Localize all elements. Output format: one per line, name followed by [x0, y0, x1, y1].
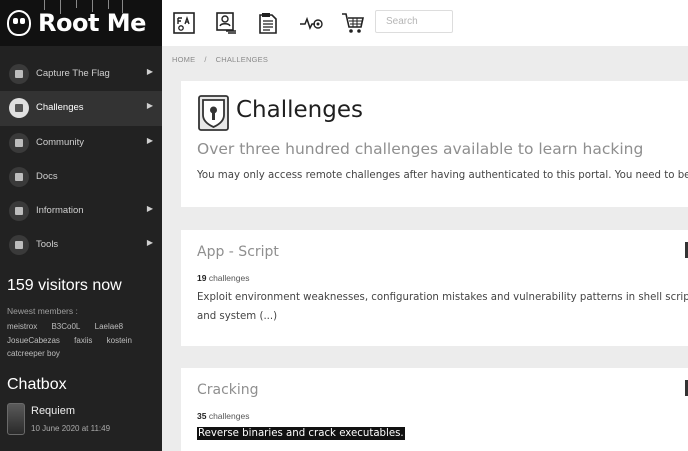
sidebar-nav: Capture The Flag ▶ Challenges ▶ Communit…	[0, 57, 162, 263]
brand-name: Root Me	[38, 9, 146, 37]
member-link[interactable]: catcreeper boy	[7, 347, 60, 361]
profile-card-icon[interactable]	[214, 11, 238, 35]
information-icon	[9, 201, 29, 222]
category-title[interactable]: App - Script	[197, 244, 279, 260]
tools-icon	[9, 235, 29, 256]
category-card-cracking[interactable]: Cracking 35 challenges Reverse binaries …	[181, 368, 688, 451]
sidebar-item-label: Tools	[36, 239, 59, 251]
flag-icon	[9, 64, 29, 84]
faq-icon[interactable]	[172, 11, 196, 35]
newest-members-list: meistrox B3Co0L Laelae8 JosueCabezas fax…	[7, 320, 157, 361]
chat-username[interactable]: Requiem	[31, 405, 75, 417]
challenge-count-label: challenges	[206, 411, 250, 421]
chat-timestamp: 10 June 2020 at 11:49	[31, 424, 111, 433]
challenges-shield-icon	[198, 95, 229, 131]
docs-icon	[9, 166, 29, 187]
category-description: Exploit environment weaknesses, configur…	[197, 288, 688, 326]
sidebar-item-tools[interactable]: Tools ▶	[0, 228, 162, 262]
chevron-right-icon: ▶	[146, 204, 153, 214]
category-title[interactable]: Cracking	[197, 382, 259, 398]
sidebar-item-label: Capture The Flag	[36, 68, 110, 79]
sidebar-item-label: Information	[36, 205, 84, 217]
chevron-right-icon: ▶	[146, 101, 153, 111]
category-description: Reverse binaries and crack executables.	[197, 424, 688, 443]
page-title: Challenges	[236, 97, 363, 123]
visitors-count: 159 visitors now	[7, 277, 122, 294]
search-input[interactable]	[375, 10, 453, 33]
logo-skull-icon	[7, 10, 31, 36]
category-description-line: Exploit environment weaknesses, configur…	[197, 292, 688, 303]
category-card-app-script[interactable]: App - Script 19 challenges Exploit envir…	[181, 230, 688, 346]
member-link[interactable]: JosueCabezas	[7, 334, 60, 348]
top-bar	[162, 0, 688, 46]
breadcrumb-home[interactable]: HOME	[172, 55, 195, 64]
sidebar: Root Me Capture The Flag ▶ Challenges ▶ …	[0, 0, 162, 451]
sidebar-item-challenges[interactable]: Challenges ▶	[0, 91, 162, 126]
challenge-count: 35 challenges	[197, 411, 249, 421]
documents-icon[interactable]	[256, 11, 280, 35]
member-link[interactable]: faxiis	[74, 334, 92, 348]
community-icon	[9, 132, 29, 153]
member-link[interactable]: Laelae8	[95, 320, 123, 334]
sidebar-item-community[interactable]: Community ▶	[0, 126, 162, 160]
newest-members-label: Newest members :	[7, 306, 78, 316]
category-description-selected: Reverse binaries and crack executables.	[197, 427, 405, 440]
activity-target-icon[interactable]	[299, 11, 323, 35]
authentication-note: You may only access remote challenges af…	[197, 170, 688, 181]
chevron-right-icon: ▶	[146, 67, 153, 76]
breadcrumb: HOME / CHALLENGES	[172, 55, 268, 64]
challenge-count: 19 challenges	[197, 273, 249, 283]
sidebar-item-docs[interactable]: Docs	[0, 160, 162, 194]
chatbox-title: Chatbox	[7, 376, 67, 393]
category-description-line: and system (...)	[197, 311, 278, 322]
page-header-card: Challenges Over three hundred challenges…	[181, 81, 688, 207]
chevron-right-icon: ▶	[146, 135, 153, 145]
breadcrumb-current[interactable]: CHALLENGES	[216, 55, 268, 64]
sidebar-item-label: Challenges	[36, 102, 84, 114]
member-link[interactable]: B3Co0L	[51, 320, 80, 334]
sidebar-item-information[interactable]: Information ▶	[0, 194, 162, 228]
sidebar-item-label: Docs	[36, 170, 58, 182]
member-link[interactable]: kostein	[107, 334, 132, 348]
sidebar-item-capture-the-flag[interactable]: Capture The Flag ▶	[0, 57, 162, 91]
member-link[interactable]: meistrox	[7, 320, 37, 334]
challenge-count-label: challenges	[206, 273, 250, 283]
challenges-icon	[9, 98, 29, 119]
sidebar-item-label: Community	[36, 136, 85, 148]
avatar[interactable]	[7, 403, 25, 435]
logo[interactable]: Root Me	[0, 0, 162, 46]
breadcrumb-separator: /	[204, 55, 207, 64]
shopping-cart-icon[interactable]	[341, 11, 365, 35]
page-subtitle: Over three hundred challenges available …	[197, 140, 644, 158]
chevron-right-icon: ▶	[146, 238, 153, 248]
